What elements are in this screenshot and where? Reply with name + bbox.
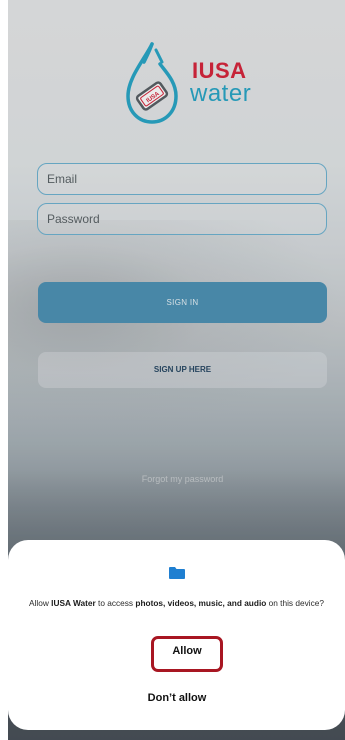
prompt-app-name: IUSA Water (51, 598, 96, 608)
prompt-media-types: photos, videos, music, and audio (135, 598, 267, 608)
dont-allow-button[interactable]: Don’t allow (118, 686, 236, 710)
prompt-suffix: on this device? (266, 598, 324, 608)
allow-button[interactable]: Allow (151, 636, 223, 672)
prompt-prefix: Allow (29, 598, 52, 608)
prompt-middle: to access (95, 598, 136, 608)
permission-dialog: Allow IUSA Water to access photos, video… (8, 540, 345, 730)
folder-icon (169, 567, 185, 579)
permission-prompt-text: Allow IUSA Water to access photos, video… (20, 598, 333, 609)
